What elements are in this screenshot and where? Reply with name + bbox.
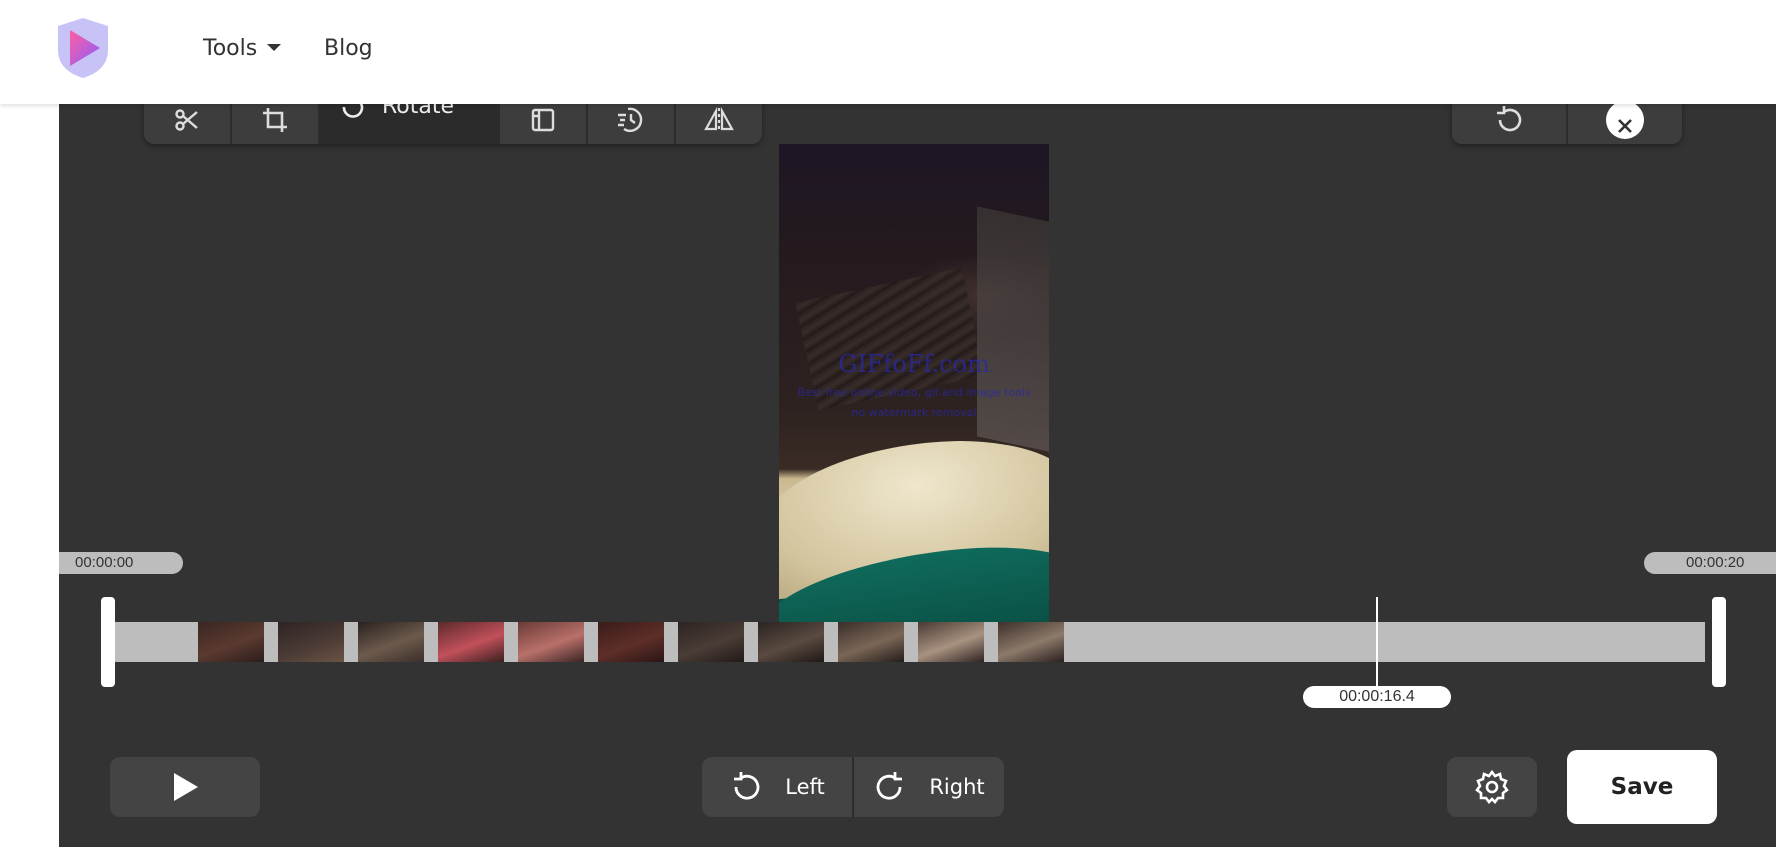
- trim-end-handle[interactable]: [1712, 597, 1726, 687]
- nav-blog-link[interactable]: Blog: [324, 34, 373, 64]
- nav-tools-dropdown[interactable]: Tools: [203, 34, 282, 64]
- tool-toolbar: Rotate: [144, 104, 762, 144]
- gear-icon: [1475, 769, 1509, 804]
- timeline-track[interactable]: [108, 622, 1705, 662]
- timeline-thumbnail: [998, 622, 1064, 662]
- crop-icon: [263, 108, 287, 132]
- timeline-thumbnail: [678, 622, 744, 662]
- timeline-thumbnail: [518, 622, 584, 662]
- timeline-thumbnail: [198, 622, 264, 662]
- timeline-thumbnail: [358, 622, 424, 662]
- timeline-thumbnail: [438, 622, 504, 662]
- trim-start-handle[interactable]: [101, 597, 115, 687]
- scissors-icon: [175, 109, 198, 131]
- caret-down-icon: [267, 43, 282, 51]
- video-editor: Rotate GIFfoFf.com Best free online vide…: [59, 104, 1776, 847]
- rotate-tool-button[interactable]: Rotate: [320, 104, 500, 144]
- timeline-thumbnail: [918, 622, 984, 662]
- settings-button[interactable]: [1447, 757, 1537, 817]
- rotate-right-button[interactable]: Right: [852, 757, 1004, 817]
- nav-tools-label: Tools: [203, 36, 258, 61]
- save-button[interactable]: Save: [1567, 750, 1717, 824]
- close-icon: [1606, 104, 1644, 139]
- timeline-thumbnail: [598, 622, 664, 662]
- top-navbar: Tools Blog: [0, 0, 1776, 104]
- play-button[interactable]: [110, 757, 260, 817]
- reset-button[interactable]: [1452, 104, 1568, 144]
- rotate-button-group: Left Right: [702, 757, 1004, 817]
- action-toolbar: [1452, 104, 1682, 144]
- playhead-time-label: 00:00:16.4: [1303, 686, 1451, 708]
- rotate-left-label: Left: [785, 775, 825, 799]
- speed-icon: [618, 107, 643, 132]
- rotate-icon: [342, 104, 364, 118]
- close-editor-button[interactable]: [1568, 104, 1682, 144]
- rotate-right-icon: [876, 772, 903, 800]
- watermark-line2: Best free online video, gif and image to…: [797, 386, 1031, 399]
- crop-tool-button[interactable]: [232, 104, 320, 144]
- undo-icon: [1497, 106, 1522, 132]
- logo-icon[interactable]: [56, 16, 110, 80]
- resize-tool-button[interactable]: [500, 104, 588, 144]
- play-icon: [174, 773, 198, 801]
- rotate-right-label: Right: [929, 775, 985, 799]
- timeline-thumbnail: [838, 622, 904, 662]
- watermark-line3: no watermark removal: [851, 406, 977, 419]
- resize-icon: [531, 108, 555, 132]
- rotate-tool-label: Rotate: [382, 104, 455, 119]
- start-time-label: 00:00:00: [59, 552, 183, 574]
- playhead[interactable]: [1376, 597, 1378, 689]
- speed-tool-button[interactable]: [588, 104, 676, 144]
- rotate-left-button[interactable]: Left: [702, 757, 852, 817]
- flip-tool-button[interactable]: [676, 104, 762, 144]
- timeline-thumbnail: [758, 622, 824, 662]
- rotate-left-icon: [734, 772, 760, 800]
- flip-icon: [704, 106, 734, 132]
- video-preview: GIFfoFf.com Best free online video, gif …: [779, 144, 1049, 622]
- cut-tool-button[interactable]: [144, 104, 232, 144]
- timeline-thumbnail: [278, 622, 344, 662]
- end-time-label: 00:00:20: [1644, 552, 1776, 574]
- watermark-title: GIFfoFf.com: [838, 350, 990, 378]
